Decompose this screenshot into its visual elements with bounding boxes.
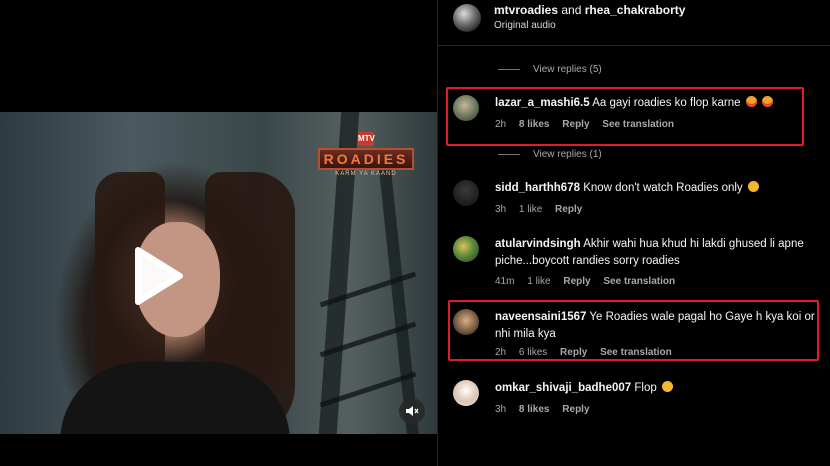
likes-count[interactable]: 1 like [519,204,542,215]
laughing-emoji-icon [747,181,759,192]
view-replies-label: View replies (1) [533,149,602,160]
heart-eyes-emoji-icon [761,96,773,107]
avatar[interactable] [453,380,479,406]
avatar[interactable] [453,309,479,335]
comment-time: 3h [495,404,507,415]
comment-body: Know don't watch Roadies only [583,182,743,194]
comment-meta: 3h 1 like Reply [495,204,592,215]
heart-eyes-emoji-icon [745,96,757,107]
logo-tagline: KARM YA KAAND [335,171,397,177]
comments-panel: mtvroadies and rhea_chakraborty Original… [438,0,830,466]
reply-divider-line [498,69,520,70]
comment-username[interactable]: naveensaini1567 [495,311,586,323]
author-joiner: and [561,3,582,17]
avatar[interactable] [453,95,479,121]
likes-count[interactable]: 8 likes [519,404,550,415]
audio-link[interactable]: Original audio [494,20,556,31]
comment-meta: 41m 1 like Reply See translation [495,276,685,287]
roadies-logo: MTV ROADIES KARM YA KAAND [318,128,414,186]
comment-username[interactable]: omkar_shivaji_badhe007 [495,382,631,394]
avatar[interactable] [453,4,481,32]
video-player[interactable]: MTV ROADIES KARM YA KAAND [0,112,437,434]
mtv-logo: MTV [358,132,375,146]
comment-meta: 2h 6 likes Reply See translation [495,347,682,358]
comment-time: 41m [495,276,515,287]
likes-count[interactable]: 8 likes [519,119,550,130]
author-link[interactable]: rhea_chakraborty [585,3,686,17]
comment-body: Aa gayi roadies ko flop karne [592,97,741,109]
comment-text: sidd_harthh678 Know don't watch Roadies … [495,180,817,197]
view-replies-button[interactable]: View replies (5) [498,64,602,75]
reply-button[interactable]: Reply [555,204,582,215]
comment-text: omkar_shivaji_badhe007 Flop [495,380,817,397]
scaffold-beam [377,152,419,434]
view-replies-button[interactable]: View replies (1) [498,149,602,160]
comment-meta: 2h 8 likes Reply See translation [495,119,684,130]
comment-meta: 3h 8 likes Reply [495,404,600,415]
reply-button[interactable]: Reply [562,404,589,415]
see-translation-button[interactable]: See translation [602,119,674,130]
reply-button[interactable]: Reply [563,276,590,287]
see-translation-button[interactable]: See translation [603,276,675,287]
likes-count[interactable]: 1 like [527,276,550,287]
author-link[interactable]: mtvroadies [494,3,558,17]
reply-divider-line [498,154,520,155]
comment-username[interactable]: sidd_harthh678 [495,182,580,194]
comment-time: 2h [495,347,507,358]
avatar[interactable] [453,236,479,262]
comment-text: naveensaini1567 Ye Roadies wale pagal ho… [495,309,817,343]
comment-username[interactable]: atularvindsingh [495,238,581,250]
comment-time: 2h [495,119,507,130]
comment-body: Flop [634,382,657,394]
post-authors: mtvroadies and rhea_chakraborty [494,3,685,17]
comment-username[interactable]: lazar_a_mashi6.5 [495,97,590,109]
comment-text: lazar_a_mashi6.5 Aa gayi roadies ko flop… [495,95,817,112]
sad-emoji-icon [661,381,673,392]
view-replies-label: View replies (5) [533,64,602,75]
comment-time: 3h [495,204,507,215]
reply-button[interactable]: Reply [562,119,589,130]
mute-button[interactable] [399,398,425,424]
post-header: mtvroadies and rhea_chakraborty Original… [438,0,830,46]
speaker-muted-icon [406,406,419,416]
comment-text: atularvindsingh Akhir wahi hua khud hi l… [495,236,817,270]
reply-button[interactable]: Reply [560,347,587,358]
logo-title: ROADIES [318,148,414,170]
play-icon[interactable] [118,240,190,312]
avatar[interactable] [453,180,479,206]
likes-count[interactable]: 6 likes [519,347,547,358]
video-pane: MTV ROADIES KARM YA KAAND [0,0,437,466]
see-translation-button[interactable]: See translation [600,347,672,358]
